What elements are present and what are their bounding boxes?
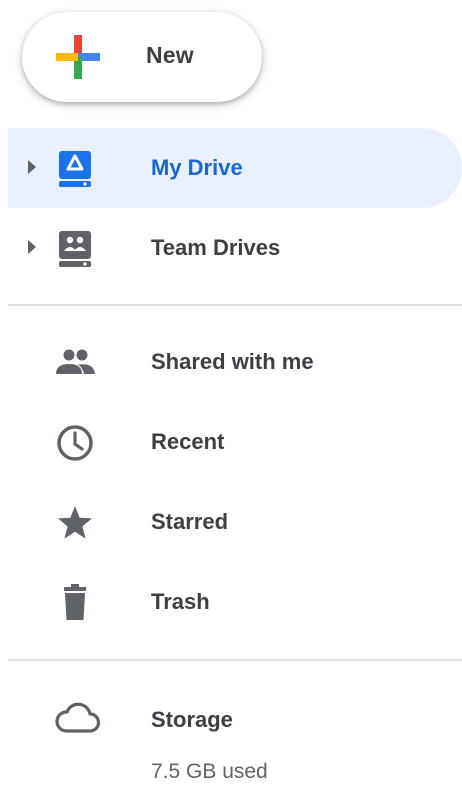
cloud-icon bbox=[55, 702, 101, 733]
sidebar-item-team-drives[interactable]: Team Drives bbox=[8, 208, 462, 288]
new-button-label: New bbox=[146, 42, 194, 68]
storage-label: Storage bbox=[151, 707, 233, 732]
sidebar-item-label: Trash bbox=[151, 589, 210, 614]
clock-icon bbox=[57, 425, 93, 461]
team-drives-icon bbox=[59, 231, 91, 267]
sidebar-item-label: Starred bbox=[151, 509, 229, 534]
sidebar-item-trash[interactable]: Trash bbox=[8, 562, 462, 642]
drive-sidebar: New My Drive Team Drives Shared with me … bbox=[0, 0, 462, 787]
expand-caret-icon[interactable] bbox=[28, 160, 36, 174]
multicolor-plus-icon bbox=[56, 35, 100, 79]
section-divider bbox=[8, 659, 462, 661]
expand-caret-icon[interactable] bbox=[28, 240, 36, 254]
people-icon bbox=[56, 349, 95, 374]
sidebar-item-label: Recent bbox=[151, 429, 225, 454]
storage-used: 7.5 GB used bbox=[151, 760, 268, 783]
trash-icon bbox=[64, 584, 86, 620]
sidebar-item-my-drive[interactable]: My Drive bbox=[8, 128, 462, 208]
sidebar-item-starred[interactable]: Starred bbox=[8, 482, 462, 562]
new-button[interactable]: New bbox=[22, 12, 262, 102]
sidebar-item-recent[interactable]: Recent bbox=[8, 402, 462, 482]
star-icon bbox=[58, 506, 92, 539]
storage-section[interactable]: Storage 7.5 GB used bbox=[8, 680, 462, 787]
my-drive-icon bbox=[59, 151, 91, 187]
sidebar-item-shared-with-me[interactable]: Shared with me bbox=[8, 322, 462, 402]
sidebar-item-label: My Drive bbox=[151, 155, 243, 180]
section-divider bbox=[8, 304, 462, 306]
sidebar-item-label: Team Drives bbox=[151, 235, 281, 260]
sidebar-item-label: Shared with me bbox=[151, 349, 314, 374]
